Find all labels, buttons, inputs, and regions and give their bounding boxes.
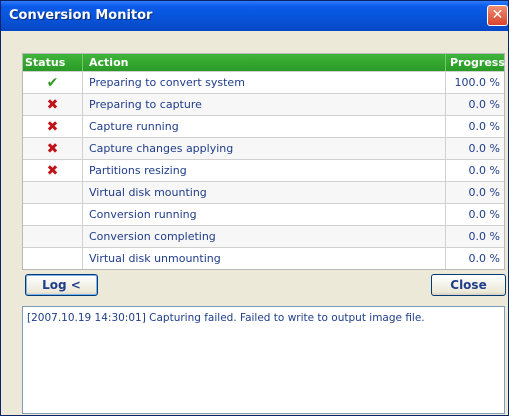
check-icon: ✔	[46, 74, 59, 91]
progress-cell: 0.0 %	[468, 252, 500, 265]
table-row[interactable]: Virtual disk mounting 0.0 %	[23, 181, 504, 203]
window-title: Conversion Monitor	[9, 8, 153, 23]
column-header-status[interactable]: Status	[23, 54, 83, 71]
error-x-icon: ✖	[46, 118, 59, 135]
progress-cell: 0.0 %	[468, 98, 500, 111]
progress-cell: 0.0 %	[468, 208, 500, 221]
status-cell: ✔	[23, 72, 83, 93]
table-row[interactable]: ✔ Preparing to convert system 100.0 %	[23, 71, 504, 93]
progress-cell: 0.0 %	[468, 186, 500, 199]
progress-cell: 0.0 %	[468, 142, 500, 155]
action-cell: Preparing to convert system	[83, 72, 446, 93]
progress-cell: 100.0 %	[454, 76, 500, 89]
table-row[interactable]: ✖ Capture running 0.0 %	[23, 115, 504, 137]
window-close-icon[interactable]: ✕	[487, 5, 508, 26]
action-cell: Capture running	[83, 116, 446, 137]
column-header-action[interactable]: Action	[83, 54, 446, 71]
status-cell: ✖	[23, 94, 83, 115]
table-row[interactable]: ✖ Capture changes applying 0.0 %	[23, 137, 504, 159]
table-row[interactable]: ✖ Partitions resizing 0.0 %	[23, 159, 504, 181]
progress-cell: 0.0 %	[468, 230, 500, 243]
status-cell	[23, 248, 83, 269]
action-cell: Conversion running	[83, 204, 446, 225]
column-header-progress[interactable]: Progress	[446, 54, 505, 71]
table-row[interactable]: ✖ Preparing to capture 0.0 %	[23, 93, 504, 115]
table-row[interactable]: Virtual disk unmounting 0.0 %	[23, 247, 504, 269]
status-cell	[23, 204, 83, 225]
progress-cell: 0.0 %	[468, 164, 500, 177]
error-x-icon: ✖	[46, 162, 59, 179]
error-x-icon: ✖	[46, 96, 59, 113]
table-header: Status Action Progress	[23, 54, 505, 71]
log-button[interactable]: Log <	[25, 274, 98, 296]
status-cell	[23, 182, 83, 203]
error-x-icon: ✖	[46, 140, 59, 157]
status-cell: ✖	[23, 160, 83, 181]
action-cell: Capture changes applying	[83, 138, 446, 159]
action-cell: Partitions resizing	[83, 160, 446, 181]
log-output[interactable]: [2007.10.19 14:30:01] Capturing failed. …	[22, 306, 505, 414]
status-cell: ✖	[23, 116, 83, 137]
progress-cell: 0.0 %	[468, 120, 500, 133]
log-entry: [2007.10.19 14:30:01] Capturing failed. …	[27, 312, 425, 324]
status-cell: ✖	[23, 138, 83, 159]
table-row[interactable]: Conversion completing 0.0 %	[23, 225, 504, 247]
conversion-monitor-window: Conversion Monitor ✕ Status Action Progr…	[0, 0, 509, 416]
close-button[interactable]: Close	[431, 274, 506, 296]
action-cell: Preparing to capture	[83, 94, 446, 115]
title-bar[interactable]: Conversion Monitor ✕	[1, 1, 508, 31]
status-cell	[23, 226, 83, 247]
action-cell: Virtual disk unmounting	[83, 248, 446, 269]
action-cell: Virtual disk mounting	[83, 182, 446, 203]
conversion-steps-table: Status Action Progress ✔ Preparing to con…	[22, 53, 505, 270]
table-row[interactable]: Conversion running 0.0 %	[23, 203, 504, 225]
action-cell: Conversion completing	[83, 226, 446, 247]
